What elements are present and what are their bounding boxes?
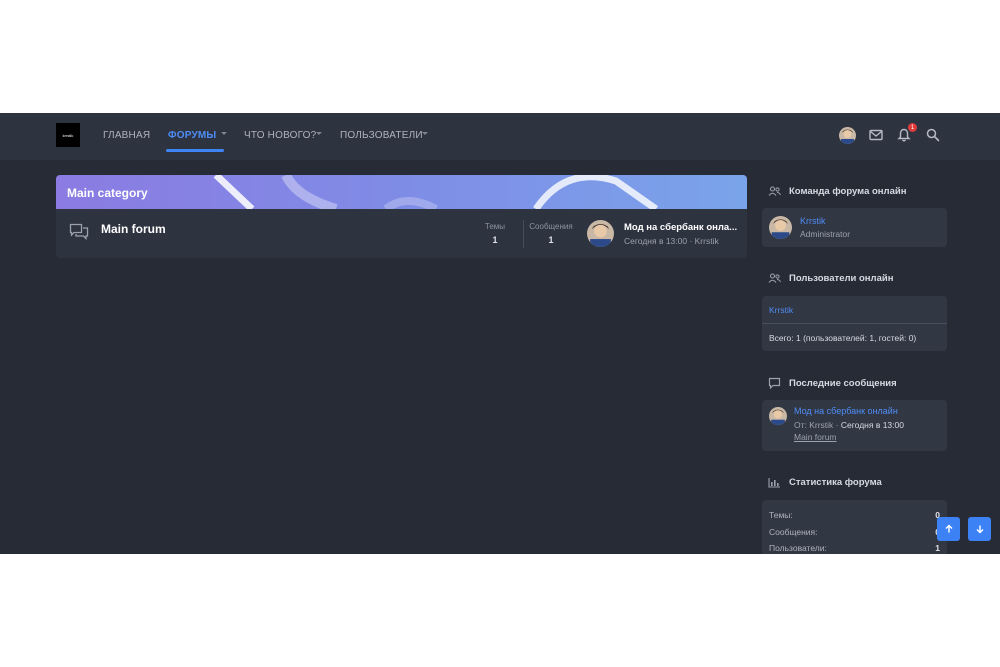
stats-members-label: Пользователи:	[769, 543, 827, 553]
site-logo[interactable]: krrstik	[56, 123, 80, 147]
nav-forums-dropdown-caret[interactable]	[221, 132, 227, 135]
latest-post-forum-link[interactable]: Main forum	[794, 432, 837, 442]
inbox-mail-icon[interactable]	[868, 127, 884, 143]
category-block: Main category Main forum Темы 1 Сообщени…	[56, 175, 747, 258]
last-post-title[interactable]: Мод на сбербанк онла...	[624, 222, 737, 233]
staff-online-box: Krrstik Administrator	[762, 208, 947, 247]
members-online-box: Krrstik Всего: 1 (пользователей: 1, гост…	[762, 296, 947, 351]
latest-post-author[interactable]: От: Krrstik ·	[794, 420, 841, 430]
account-avatar[interactable]	[839, 127, 856, 144]
users-icon	[768, 273, 781, 283]
nav-forums[interactable]: ФОРУМЫ	[168, 130, 216, 141]
stat-messages-label: Сообщения	[529, 222, 573, 231]
users-icon	[768, 186, 781, 196]
nav-members[interactable]: ПОЛЬЗОВАТЕЛИ	[340, 130, 423, 141]
forum-chat-icon	[69, 223, 89, 241]
logo-text: krrstik	[62, 132, 74, 138]
forum-title[interactable]: Main forum	[101, 222, 166, 236]
arrow-down-icon	[976, 525, 983, 534]
forum-app: krrstik ГЛАВНАЯ ФОРУМЫ ЧТО НОВОГО? ПОЛЬЗ…	[0, 113, 1000, 554]
online-total-text: Всего: 1 (пользователей: 1, гостей: 0)	[769, 333, 917, 343]
staff-user-role: Administrator	[800, 229, 851, 239]
stats-divider	[523, 220, 524, 248]
latest-posts-heading: Последние сообщения	[768, 377, 897, 389]
stat-threads-value: 1	[492, 235, 498, 245]
forum-stats-heading: Статистика форума	[768, 477, 882, 488]
bar-chart-icon	[768, 478, 780, 488]
latest-posts-title: Последние сообщения	[789, 377, 897, 389]
latest-post-avatar[interactable]	[769, 407, 787, 425]
scroll-to-top-button[interactable]	[937, 517, 960, 541]
nav-members-dropdown-caret[interactable]	[422, 132, 428, 135]
arrow-up-icon	[945, 524, 952, 533]
message-icon	[768, 377, 781, 389]
stats-messages-label: Сообщения:	[769, 527, 818, 537]
staff-user-avatar[interactable]	[769, 216, 792, 239]
online-user-link[interactable]: Krrstik	[769, 305, 793, 315]
category-header[interactable]: Main category	[56, 175, 747, 209]
active-nav-indicator	[166, 149, 224, 152]
latest-post-byline: От: Krrstik · Сегодня в 13:00	[794, 420, 904, 430]
nav-whats-new-dropdown-caret[interactable]	[316, 132, 322, 135]
stat-threads-label: Темы	[484, 222, 506, 231]
latest-post-time: Сегодня в 13:00	[840, 420, 904, 430]
alerts-count-badge: 1	[908, 123, 917, 132]
scroll-to-bottom-button[interactable]	[968, 517, 991, 541]
staff-online-title: Команда форума онлайн	[789, 186, 907, 197]
stat-messages-value: 1	[548, 235, 554, 245]
top-navigation-bar: krrstik ГЛАВНАЯ ФОРУМЫ ЧТО НОВОГО? ПОЛЬЗ…	[0, 113, 1000, 160]
category-header-decoration	[213, 175, 659, 209]
latest-posts-box: Мод на сбербанк онлайн От: Krrstik · Сег…	[762, 400, 947, 451]
nav-home[interactable]: ГЛАВНАЯ	[103, 130, 150, 141]
stats-threads-label: Темы:	[769, 510, 793, 520]
forum-stats-box: Темы: 0 Сообщения: 0 Пользователи: 1	[762, 500, 947, 554]
members-online-divider	[762, 323, 947, 324]
staff-user-link[interactable]: Krrstik	[800, 216, 826, 226]
category-title[interactable]: Main category	[67, 186, 148, 200]
last-post-meta[interactable]: Сегодня в 13:00 · Krrstik	[624, 236, 719, 246]
forum-stats-title: Статистика форума	[789, 477, 882, 488]
members-online-title: Пользователи онлайн	[789, 273, 894, 284]
nav-whats-new[interactable]: ЧТО НОВОГО?	[244, 130, 316, 141]
latest-post-link[interactable]: Мод на сбербанк онлайн	[794, 406, 898, 416]
search-icon[interactable]	[925, 127, 941, 143]
last-poster-avatar[interactable]	[587, 220, 614, 247]
stats-members-value: 1	[935, 543, 940, 553]
members-online-heading: Пользователи онлайн	[768, 273, 893, 284]
staff-online-heading: Команда форума онлайн	[768, 186, 906, 197]
